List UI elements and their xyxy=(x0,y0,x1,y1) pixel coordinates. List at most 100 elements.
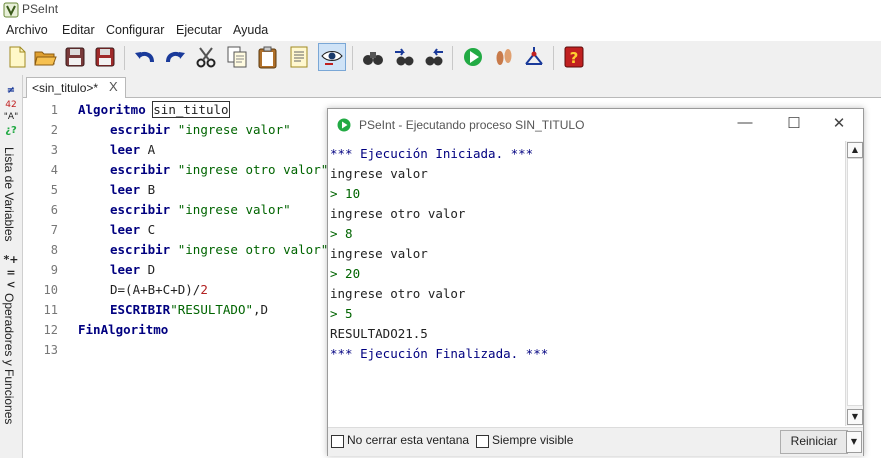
line-number: 5 xyxy=(50,183,58,197)
minimize-button[interactable]: — xyxy=(735,114,755,134)
string-literal: "ingrese valor" xyxy=(177,122,291,137)
keyword: leer xyxy=(110,222,141,237)
line-number: 1 xyxy=(50,103,58,117)
menu-ejecutar[interactable]: Ejecutar xyxy=(176,23,222,37)
keyword: leer xyxy=(110,142,141,157)
pseint-logo-icon xyxy=(3,2,19,18)
expression: D=(A+B+C+D)/ xyxy=(110,282,201,297)
code-line: escribir "ingrese valor" xyxy=(110,122,291,137)
code-line: FinAlgoritmo xyxy=(78,322,168,337)
run-button[interactable] xyxy=(460,44,486,70)
flowchart-button[interactable] xyxy=(521,44,547,70)
svg-text:<: < xyxy=(6,278,15,291)
identifier: A xyxy=(147,142,156,157)
console-output[interactable]: *** Ejecución Iniciada. *** ingrese valo… xyxy=(328,141,845,426)
no-cerrar-checkbox[interactable] xyxy=(331,435,344,448)
play-icon xyxy=(464,48,482,66)
inspect-button[interactable] xyxy=(360,44,386,70)
code-line: ESCRIBIR"RESULTADO",D xyxy=(110,302,268,317)
line-number: 12 xyxy=(43,323,58,337)
menubar: Archivo Editar Configurar Ejecutar Ayuda xyxy=(0,21,881,41)
scroll-up-icon[interactable]: ▲ xyxy=(847,142,863,158)
scroll-thumb[interactable] xyxy=(847,158,863,406)
close-button[interactable]: ✕ xyxy=(829,114,849,134)
step-by-step-button[interactable] xyxy=(491,44,517,70)
dialog-footer: No cerrar esta ventana Siempre visible R… xyxy=(328,427,863,456)
format-code-button[interactable] xyxy=(286,44,312,70)
algorithm-name: sin_titulo xyxy=(152,101,230,118)
code-line: leer B xyxy=(110,182,155,197)
console-line: ingrese otro valor xyxy=(330,286,466,301)
cut-button[interactable] xyxy=(193,44,219,70)
code-line: leer A xyxy=(110,142,155,157)
reiniciar-button[interactable]: Reiniciar xyxy=(780,430,848,454)
keyword: ESCRIBIR xyxy=(110,302,171,317)
help-button[interactable]: ? xyxy=(561,44,587,70)
console-scrollbar[interactable]: ▲ ▼ xyxy=(845,141,863,426)
no-cerrar-label: No cerrar esta ventana xyxy=(347,433,470,447)
redo-button[interactable] xyxy=(162,44,188,70)
code-line: D=(A+B+C+D)/2 xyxy=(110,282,208,297)
console-line: ingrese valor xyxy=(330,246,428,261)
code-line: Algoritmo sin_titulo xyxy=(78,101,230,118)
step-back-binoculars-icon xyxy=(425,48,443,66)
svg-text:"A": "A" xyxy=(4,112,18,122)
svg-text:*+: *+ xyxy=(4,253,19,266)
scroll-down-icon[interactable]: ▼ xyxy=(847,409,863,425)
line-number: 6 xyxy=(50,203,58,217)
line-number: 4 xyxy=(50,163,58,177)
keyword: leer xyxy=(110,262,141,277)
app-titlebar: PSeInt xyxy=(0,0,881,20)
operators-panel-tab[interactable]: Operadores y Funciones xyxy=(2,293,16,424)
code-line: escribir "ingrese otro valor" xyxy=(110,242,328,257)
line-number-gutter: 1 2 3 4 5 6 7 8 9 10 11 12 13 xyxy=(23,98,65,458)
side-panel: ≠ 42 "A" ¿? Lista de Variables *+ = < Op… xyxy=(0,75,23,458)
menu-editar[interactable]: Editar xyxy=(62,23,95,37)
toolbar-separator xyxy=(553,46,554,70)
scissors-icon xyxy=(196,47,216,68)
svg-text:?: ? xyxy=(570,49,579,67)
string-literal: "ingrese otro valor" xyxy=(177,242,329,257)
menu-archivo[interactable]: Archivo xyxy=(6,23,48,37)
keyword: escribir xyxy=(110,202,171,217)
undo-button[interactable] xyxy=(132,44,158,70)
keyword: escribir xyxy=(110,122,171,137)
toolbar-separator xyxy=(352,46,353,70)
find-button[interactable] xyxy=(318,43,346,71)
variables-panel-tab[interactable]: Lista de Variables xyxy=(2,147,16,242)
siempre-visible-checkbox[interactable] xyxy=(476,435,489,448)
line-number: 10 xyxy=(43,283,58,297)
save-as-icon xyxy=(95,47,115,67)
line-number: 7 xyxy=(50,223,58,237)
eye-search-icon xyxy=(321,51,343,65)
maximize-button[interactable]: ☐ xyxy=(784,114,804,134)
console-line: > 8 xyxy=(330,226,353,241)
dialog-title: PSeInt - Ejecutando proceso SIN_TITULO xyxy=(359,118,585,132)
keyword: escribir xyxy=(110,162,171,177)
string-literal: "RESULTADO" xyxy=(170,302,254,317)
flowchart-icon xyxy=(525,47,543,65)
save-button[interactable] xyxy=(62,44,88,70)
new-file-button[interactable] xyxy=(4,44,30,70)
menu-configurar[interactable]: Configurar xyxy=(106,23,164,37)
save-as-button[interactable] xyxy=(92,44,118,70)
keyword: leer xyxy=(110,182,141,197)
open-button[interactable] xyxy=(32,44,58,70)
close-tab-icon[interactable]: X xyxy=(109,79,118,94)
copy-button[interactable] xyxy=(224,44,250,70)
reiniciar-dropdown-icon[interactable]: ▼ xyxy=(846,431,862,453)
execution-dialog: PSeInt - Ejecutando proceso SIN_TITULO —… xyxy=(327,108,864,456)
run-step-back-button[interactable] xyxy=(421,44,447,70)
run-step-button[interactable] xyxy=(391,44,417,70)
undo-icon xyxy=(135,52,154,63)
redo-icon xyxy=(166,52,185,63)
document-list-icon xyxy=(290,46,308,68)
paste-button[interactable] xyxy=(255,44,281,70)
svg-text:¿?: ¿? xyxy=(5,125,17,136)
number-literal: 2 xyxy=(200,282,208,297)
menu-ayuda[interactable]: Ayuda xyxy=(233,23,268,37)
identifier: B xyxy=(147,182,156,197)
toolbar: ? xyxy=(0,41,881,75)
tab-sin-titulo[interactable]: <sin_titulo>* X xyxy=(26,77,126,98)
identifier: C xyxy=(147,222,156,237)
